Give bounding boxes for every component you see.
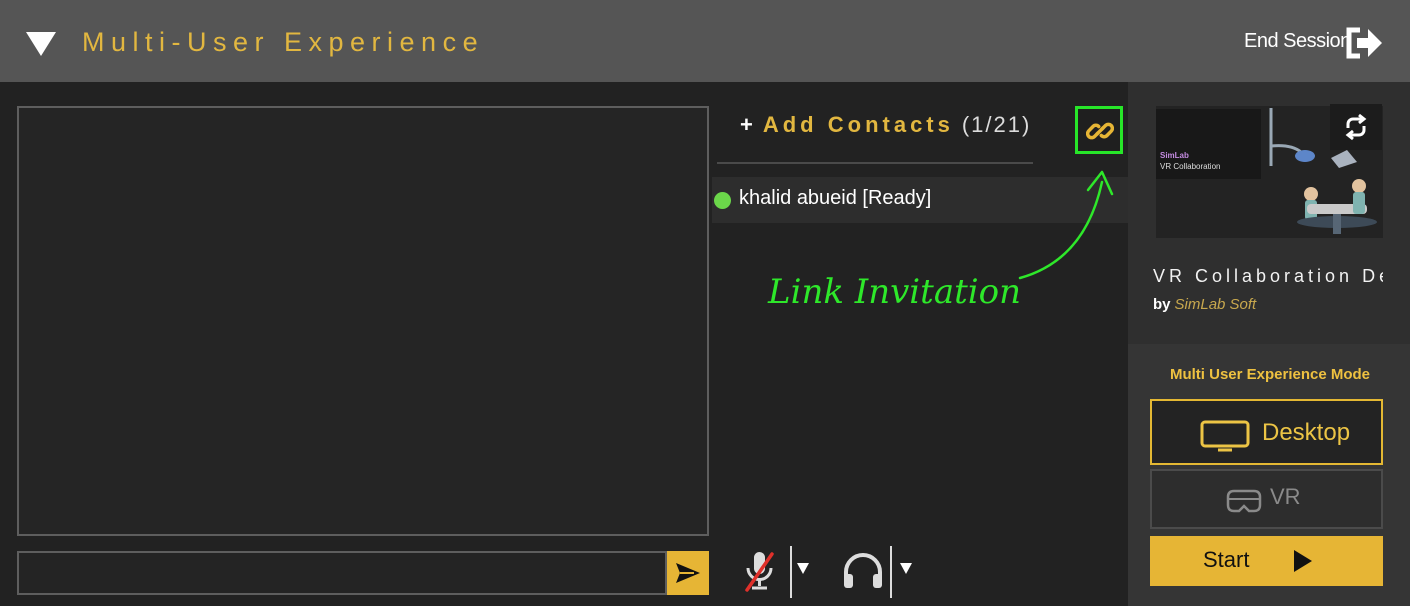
triangle-down-icon[interactable]: [26, 32, 56, 56]
desktop-mode-label: Desktop: [1262, 419, 1351, 446]
annotation-arrow: [1018, 170, 1114, 280]
separator: [790, 546, 792, 598]
link-invitation-button[interactable]: [1075, 106, 1123, 154]
thumbnail-subtitle: VR Collaboration: [1160, 162, 1221, 171]
plus-icon: +: [740, 112, 753, 137]
app-title: Multi-User Experience: [82, 27, 485, 57]
contacts-count: (1/21): [961, 112, 1032, 137]
mic-dropdown-arrow[interactable]: [797, 563, 809, 574]
vr-headset-icon: [1226, 489, 1262, 513]
start-label: Start: [1203, 547, 1250, 572]
contacts-divider: [717, 162, 1033, 164]
vr-mode-label: VR: [1270, 484, 1301, 509]
separator: [890, 546, 892, 598]
thumbnail-logo: SimLab VR Collaboration: [1156, 109, 1261, 179]
mode-label: Multi User Experience Mode: [1169, 366, 1371, 383]
headset-button[interactable]: [840, 550, 886, 592]
add-contacts-button[interactable]: + Add Contacts (1/21): [740, 112, 1031, 138]
headphones-icon: [844, 553, 882, 588]
send-arrow-icon: [676, 563, 700, 583]
end-session-label: End Session: [1244, 30, 1351, 52]
project-author: SimLab Soft: [1174, 296, 1257, 313]
status-dot: [714, 192, 731, 209]
end-session-button[interactable]: End Session: [1232, 22, 1392, 62]
desktop-mode-button[interactable]: Desktop: [1150, 399, 1383, 465]
exit-door-icon: [1346, 27, 1382, 59]
thumbnail-brand: SimLab: [1160, 151, 1189, 160]
mic-muted-icon: [745, 552, 774, 592]
chat-input[interactable]: [17, 551, 667, 595]
by-label: by: [1153, 296, 1171, 313]
headset-dropdown-arrow[interactable]: [900, 563, 912, 574]
add-contacts-label: Add Contacts: [762, 112, 954, 137]
contact-name: khalid abueid [Ready]: [739, 187, 932, 209]
send-button[interactable]: [667, 551, 709, 595]
project-title: VR Collaboration De: [1153, 266, 1383, 286]
start-button[interactable]: Start: [1150, 536, 1383, 586]
sync-icon: [1345, 113, 1367, 141]
project-byline: by SimLab Soft: [1153, 296, 1256, 313]
chat-messages-area[interactable]: [17, 106, 709, 536]
mic-mute-button[interactable]: [740, 548, 780, 594]
vr-mode-button[interactable]: VR: [1150, 469, 1383, 529]
annotation-label: Link Invitation: [768, 272, 1022, 312]
play-icon: [1294, 550, 1312, 572]
sync-button[interactable]: [1330, 104, 1382, 150]
monitor-icon: [1200, 420, 1250, 452]
link-icon: [1086, 122, 1114, 140]
